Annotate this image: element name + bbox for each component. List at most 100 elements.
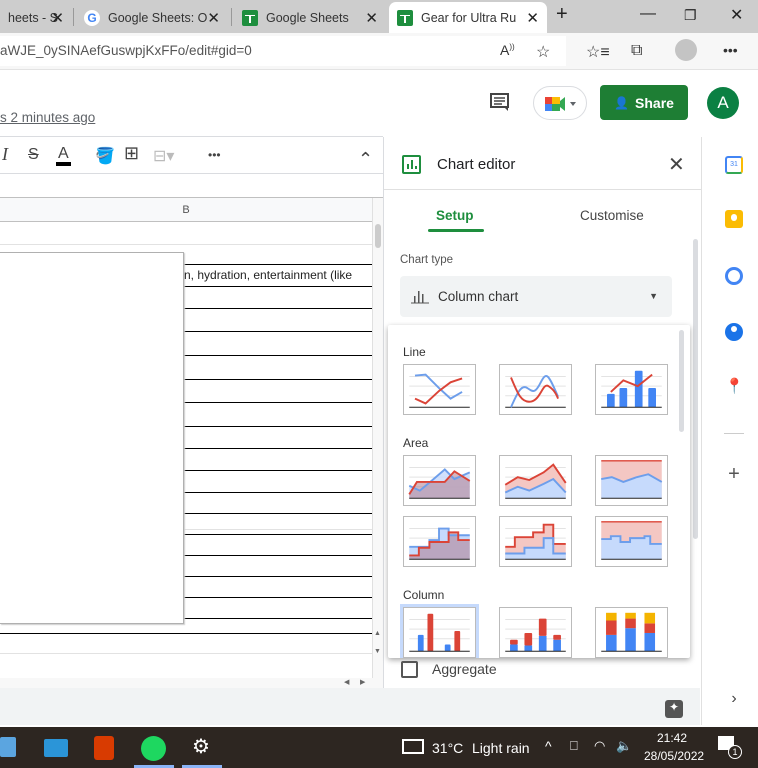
url-field[interactable]: aWJE_0ySINAefGuswpjKxFFo/edit#gid=0 <box>0 36 566 66</box>
embedded-chart[interactable] <box>0 252 184 624</box>
mail-icon[interactable] <box>44 739 68 757</box>
100-stacked-column-chart-option[interactable] <box>595 607 668 658</box>
collapse-toolbar-icon[interactable]: ⌃ <box>358 149 373 170</box>
100-stacked-stepped-area-chart-option[interactable] <box>595 516 668 567</box>
weather-temp[interactable]: 31°C <box>432 740 463 756</box>
share-button[interactable]: 👤 Share <box>600 85 688 120</box>
stacked-area-chart-option[interactable] <box>499 455 572 506</box>
browser-tab[interactable]: Google Sheets ✕ <box>234 2 386 33</box>
account-avatar[interactable]: A <box>707 87 739 119</box>
borders-icon[interactable]: ⊞ <box>124 143 139 164</box>
browser-tab[interactable]: G Google Sheets: O ✕ <box>76 2 228 33</box>
explore-icon[interactable]: ✦ <box>665 700 683 718</box>
meet-button[interactable] <box>533 86 587 120</box>
italic-button[interactable]: I <box>2 144 8 165</box>
stacked-stepped-area-chart-option[interactable] <box>499 516 572 567</box>
smooth-line-chart-option[interactable] <box>499 364 572 415</box>
100-stacked-area-chart-option[interactable] <box>595 455 668 506</box>
more-menu-icon[interactable]: ••• <box>723 42 738 58</box>
strikethrough-button[interactable]: S <box>28 146 39 164</box>
share-label: Share <box>635 94 674 111</box>
area-chart-option[interactable] <box>403 455 476 506</box>
maps-icon[interactable]: 📍 <box>725 378 744 396</box>
active-tab-indicator <box>428 229 484 232</box>
collections-icon[interactable]: ⧉ <box>631 42 642 60</box>
weather-desc[interactable]: Light rain <box>472 740 530 756</box>
tasks-icon[interactable] <box>725 267 743 285</box>
cell-border <box>184 448 372 449</box>
clock-time[interactable]: 21:42 <box>657 731 687 745</box>
person-add-icon: 👤 <box>614 95 630 110</box>
tab-setup[interactable]: Setup <box>436 208 474 223</box>
formatting-toolbar: I S A 🪣 ⊞ ⊟▾ ••• ⌃ <box>0 136 383 174</box>
chart-type-dropdown[interactable]: Column chart ▼ <box>400 276 672 317</box>
scroll-right-icon[interactable]: ▶ <box>360 678 365 686</box>
stepped-area-chart-option[interactable] <box>403 516 476 567</box>
cell-b-text[interactable]: n, hydration, entertainment (like <box>184 268 372 282</box>
close-window-button[interactable]: ✕ <box>730 5 743 25</box>
news-widget-icon[interactable] <box>402 739 424 754</box>
comment-history-icon[interactable] <box>489 92 511 112</box>
minimize-button[interactable]: — <box>640 5 656 23</box>
scroll-thumb[interactable] <box>375 224 381 248</box>
close-tab-icon[interactable]: ✕ <box>526 9 539 27</box>
volume-icon[interactable]: 🔈 <box>616 738 632 754</box>
editor-scrollbar[interactable] <box>693 239 698 539</box>
close-tab-icon[interactable]: ✕ <box>365 9 378 27</box>
chart-type-value: Column chart <box>438 289 519 304</box>
close-tab-icon[interactable]: ✕ <box>207 9 220 27</box>
chart-editor-icon <box>402 155 421 174</box>
wifi-icon[interactable]: ◠ <box>594 738 605 754</box>
close-tab-icon[interactable]: ✕ <box>51 9 64 27</box>
new-tab-button[interactable]: + <box>556 3 568 26</box>
sheets-icon <box>242 9 258 26</box>
stacked-column-chart-option[interactable] <box>499 607 572 658</box>
scroll-left-icon[interactable]: ◀ <box>344 678 349 686</box>
merge-cells-icon[interactable]: ⊟▾ <box>153 146 174 166</box>
settings-icon[interactable]: ⚙ <box>192 734 210 759</box>
column-header-b[interactable]: B <box>0 198 372 222</box>
sheets-icon <box>397 9 413 26</box>
show-hidden-icons[interactable]: ^ <box>545 738 552 754</box>
restore-button[interactable]: ❐ <box>684 7 697 24</box>
sheet-horizontal-scrollbar[interactable]: ◀ ▶ <box>0 678 383 688</box>
tab-customise[interactable]: Customise <box>580 208 644 223</box>
office-icon[interactable] <box>94 736 114 760</box>
line-chart-option[interactable] <box>403 364 476 415</box>
scroll-up-icon[interactable]: ▲ <box>374 630 381 637</box>
formula-bar[interactable] <box>0 174 383 198</box>
browser-tab[interactable]: heets - S ✕ <box>0 2 72 33</box>
clock-date[interactable]: 28/05/2022 <box>644 749 704 763</box>
add-addon-icon[interactable]: + <box>725 464 743 484</box>
spotify-icon[interactable] <box>141 736 166 761</box>
text-color-button[interactable]: A <box>56 146 71 166</box>
sheet-vertical-scrollbar[interactable]: ▲ ▼ <box>372 198 383 688</box>
aggregate-label: Aggregate <box>432 661 497 677</box>
profile-icon[interactable] <box>675 39 697 61</box>
more-formats-button[interactable]: ••• <box>208 148 221 162</box>
favorites-icon[interactable]: ☆≡ <box>586 42 610 62</box>
tab-title: Gear for Ultra Ru <box>421 10 517 25</box>
combo-chart-option[interactable] <box>595 364 668 415</box>
last-edit-link[interactable]: s 2 minutes ago <box>0 110 95 125</box>
chart-type-menu: Line Area Column <box>388 325 690 658</box>
read-aloud-icon[interactable]: A)) <box>500 42 515 58</box>
column-chart-option-selected[interactable] <box>400 604 479 658</box>
contacts-icon[interactable] <box>725 323 743 341</box>
expand-panel-icon[interactable]: › <box>725 690 743 708</box>
tab-separator <box>73 8 74 26</box>
cell-border <box>184 534 372 535</box>
close-icon[interactable]: ✕ <box>668 152 685 177</box>
calendar-icon[interactable]: 31 <box>725 156 743 174</box>
menu-scrollbar[interactable] <box>679 330 684 432</box>
meet-now-icon[interactable]: ⎕ <box>570 738 578 754</box>
keep-icon[interactable] <box>725 210 743 228</box>
scroll-down-icon[interactable]: ▼ <box>374 648 381 655</box>
browser-tab-active[interactable]: Gear for Ultra Ru ✕ <box>389 2 547 33</box>
add-favorite-icon[interactable]: ☆ <box>536 42 550 62</box>
aggregate-checkbox[interactable] <box>401 661 418 678</box>
divider <box>384 189 702 190</box>
cell-border <box>184 492 372 493</box>
store-icon[interactable] <box>0 737 16 757</box>
fill-color-icon[interactable]: 🪣 <box>95 146 115 166</box>
